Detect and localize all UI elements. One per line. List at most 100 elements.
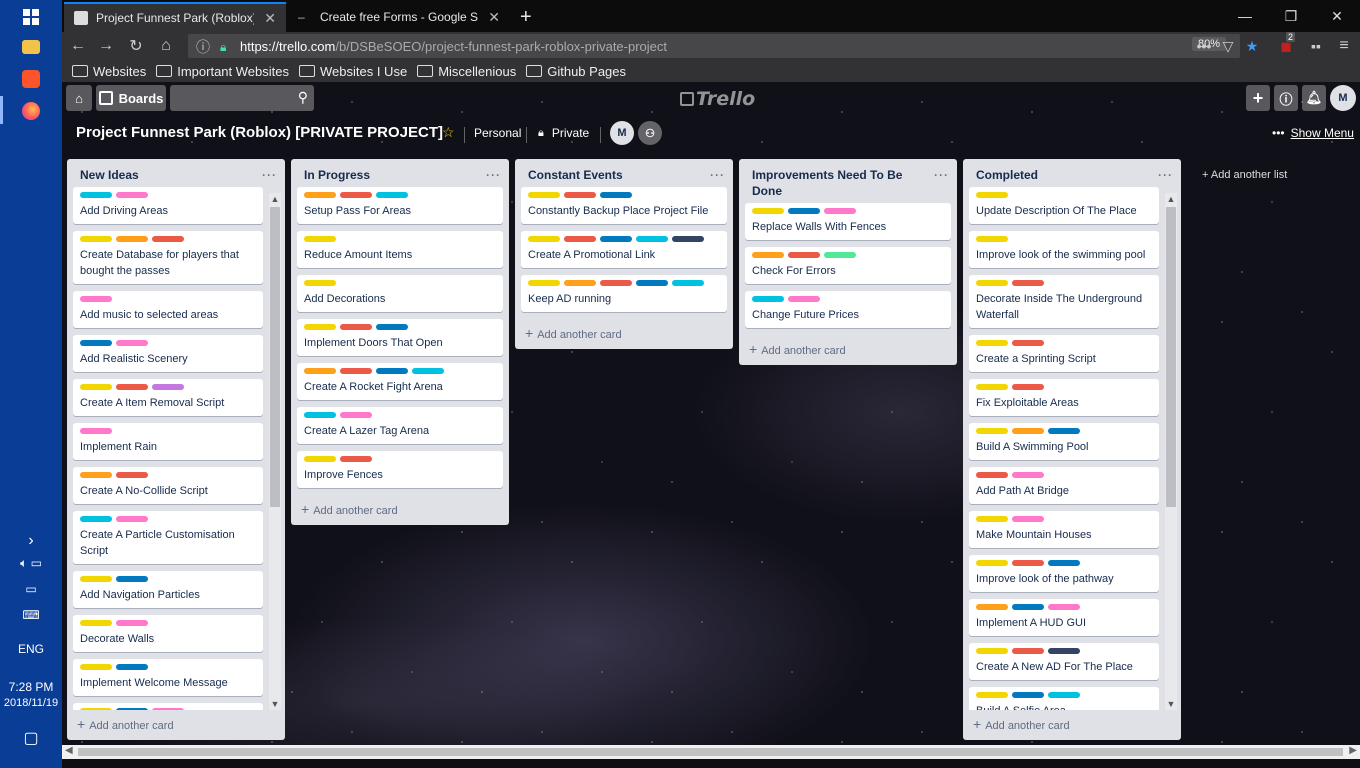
brave-browser-icon[interactable] <box>0 64 62 94</box>
list-menu-icon[interactable]: ··· <box>1158 167 1173 183</box>
back-button[interactable]: ← <box>66 35 90 57</box>
close-tab-icon[interactable]: ✕ <box>488 9 500 26</box>
reload-button[interactable]: ↻ <box>124 35 148 57</box>
trello-logo[interactable]: Trello <box>680 88 755 110</box>
close-window-icon[interactable]: ✕ <box>1314 4 1360 28</box>
card[interactable]: Implement A HUD GUI <box>969 599 1159 636</box>
bookmark-folder[interactable]: Websites I Use <box>299 64 407 79</box>
card[interactable]: Keep AD running <box>521 275 727 312</box>
card[interactable]: Improve Fences <box>297 451 503 488</box>
card[interactable]: Change Future Prices <box>745 291 951 328</box>
tab-trello[interactable]: Project Funnest Park (Roblox) [P ✕ <box>64 2 286 32</box>
search-input[interactable]: ⚲ <box>170 85 314 111</box>
list-header[interactable]: New Ideas ··· <box>67 159 285 187</box>
visibility-button[interactable]: 🔒︎ Private <box>538 126 589 140</box>
hamburger-menu-icon[interactable]: ≡ <box>1334 36 1354 56</box>
card[interactable]: Improve look of the swimming pool <box>969 231 1159 268</box>
forward-button[interactable]: → <box>94 35 118 57</box>
user-avatar[interactable]: M <box>1330 85 1356 111</box>
card[interactable]: Create Database for players that bought … <box>73 231 263 284</box>
bookmark-folder[interactable]: Miscellenious <box>417 64 516 79</box>
file-explorer-icon[interactable] <box>0 32 62 62</box>
show-menu-button[interactable]: ••• Show Menu <box>1272 126 1354 140</box>
action-center-icon[interactable]: ▢ <box>0 728 62 748</box>
add-card-button[interactable]: + Add another card <box>963 710 1181 740</box>
list-scrollbar[interactable]: ▲ ▼ <box>1165 193 1177 710</box>
add-card-button[interactable]: + Add another card <box>67 710 285 740</box>
card[interactable]: Decorate Inside The Underground Waterfal… <box>969 275 1159 328</box>
list-header[interactable]: Constant Events ··· <box>515 159 733 187</box>
list-header[interactable]: In Progress ··· <box>291 159 509 187</box>
bookmark-star-icon[interactable]: ★ <box>1242 36 1262 56</box>
home-button[interactable]: ⌂ <box>154 35 178 57</box>
list-menu-icon[interactable]: ··· <box>710 167 725 183</box>
volume-icon[interactable]: 🔈︎ ▭ <box>0 556 62 571</box>
card[interactable]: Create A Item Removal Script <box>73 379 263 416</box>
card[interactable]: Update Description Of The Place <box>969 187 1159 224</box>
add-icon[interactable]: + <box>1246 85 1270 111</box>
page-actions-icon[interactable]: ••• <box>1194 36 1214 56</box>
scroll-down-icon[interactable]: ▼ <box>1165 698 1177 710</box>
pocket-icon[interactable]: ▽ <box>1218 36 1238 56</box>
bookmark-folder[interactable]: Important Websites <box>156 64 289 79</box>
firefox-icon[interactable] <box>0 96 62 126</box>
list-title[interactable]: Completed <box>976 167 1038 183</box>
card[interactable]: Build A Selfie Area <box>969 687 1159 710</box>
tab-google[interactable]: – Create free Forms - Google Sea ✕ <box>288 2 510 32</box>
list-header[interactable]: Completed ··· <box>963 159 1181 187</box>
card[interactable]: Create A No-Collide Script <box>73 467 263 504</box>
scrollbar-thumb[interactable] <box>1166 207 1176 507</box>
scrollbar-thumb[interactable] <box>270 207 280 507</box>
card[interactable]: Implement Welcome Message <box>73 659 263 696</box>
list-title[interactable]: Constant Events <box>528 167 623 183</box>
card[interactable]: Setup Pass For Areas <box>297 187 503 224</box>
card[interactable]: Create A Lazer Tag Arena <box>297 407 503 444</box>
close-tab-icon[interactable]: ✕ <box>264 10 276 27</box>
scroll-up-icon[interactable]: ▲ <box>269 193 281 205</box>
add-card-button[interactable]: + Add another card <box>291 495 509 525</box>
card[interactable]: Replace Walls With Fences <box>745 203 951 240</box>
network-icon[interactable]: ▭ <box>0 582 62 596</box>
list-menu-icon[interactable]: ··· <box>486 167 501 183</box>
chevron-right-icon[interactable]: › <box>0 532 62 550</box>
star-board-icon[interactable]: ☆ <box>442 124 455 141</box>
card[interactable]: Reduce Amount Items <box>297 231 503 268</box>
keyboard-icon[interactable]: ⌨ <box>0 608 62 622</box>
member-avatar[interactable]: M <box>610 121 634 145</box>
card[interactable]: Create A Particle Customisation Script <box>73 511 263 564</box>
bookmark-folder[interactable]: Github Pages <box>526 64 626 79</box>
add-card-button[interactable]: + Add another card <box>739 335 957 365</box>
add-list-button[interactable]: + Add another list <box>1202 169 1287 181</box>
lock-icon[interactable]: 🔒︎ <box>220 40 232 54</box>
invite-member-icon[interactable]: ⚇ <box>638 121 662 145</box>
card[interactable]: Add Decorations <box>297 275 503 312</box>
restore-icon[interactable]: ❐ <box>1268 4 1314 28</box>
card[interactable]: Decorate Walls <box>73 615 263 652</box>
minimize-icon[interactable]: — <box>1222 4 1268 28</box>
card[interactable]: Fix Exploitable Areas <box>969 379 1159 416</box>
boards-button[interactable]: Boards <box>96 85 166 111</box>
windows-start-icon[interactable] <box>0 2 62 32</box>
card[interactable]: Create A Rocket Fight Arena <box>297 363 503 400</box>
card[interactable]: Create a Sprinting Script <box>969 335 1159 372</box>
language-indicator[interactable]: ENG <box>0 642 62 656</box>
scroll-down-icon[interactable]: ▼ <box>269 698 281 710</box>
card[interactable]: Add Roads <box>73 703 263 710</box>
list-title[interactable]: New Ideas <box>80 167 139 183</box>
card[interactable]: Add Realistic Scenery <box>73 335 263 372</box>
card[interactable]: Add Path At Bridge <box>969 467 1159 504</box>
card[interactable]: Implement Rain <box>73 423 263 460</box>
card[interactable]: Add Navigation Particles <box>73 571 263 608</box>
new-tab-button[interactable]: + <box>514 2 544 32</box>
notifications-bell-icon[interactable]: 🔔︎ <box>1302 85 1326 111</box>
card[interactable]: Improve look of the pathway <box>969 555 1159 592</box>
card[interactable]: Implement Doors That Open <box>297 319 503 356</box>
info-icon[interactable]: ⓘ <box>196 37 210 57</box>
scroll-left-icon[interactable]: ◀ <box>65 745 73 756</box>
card[interactable]: Add Driving Areas <box>73 187 263 224</box>
list-menu-icon[interactable]: ··· <box>262 167 277 183</box>
list-menu-icon[interactable]: ··· <box>934 167 949 199</box>
home-icon[interactable]: ⌂ <box>66 85 92 111</box>
list-title[interactable]: Improvements Need To Be Done <box>752 167 934 199</box>
list-scrollbar[interactable]: ▲ ▼ <box>269 193 281 710</box>
